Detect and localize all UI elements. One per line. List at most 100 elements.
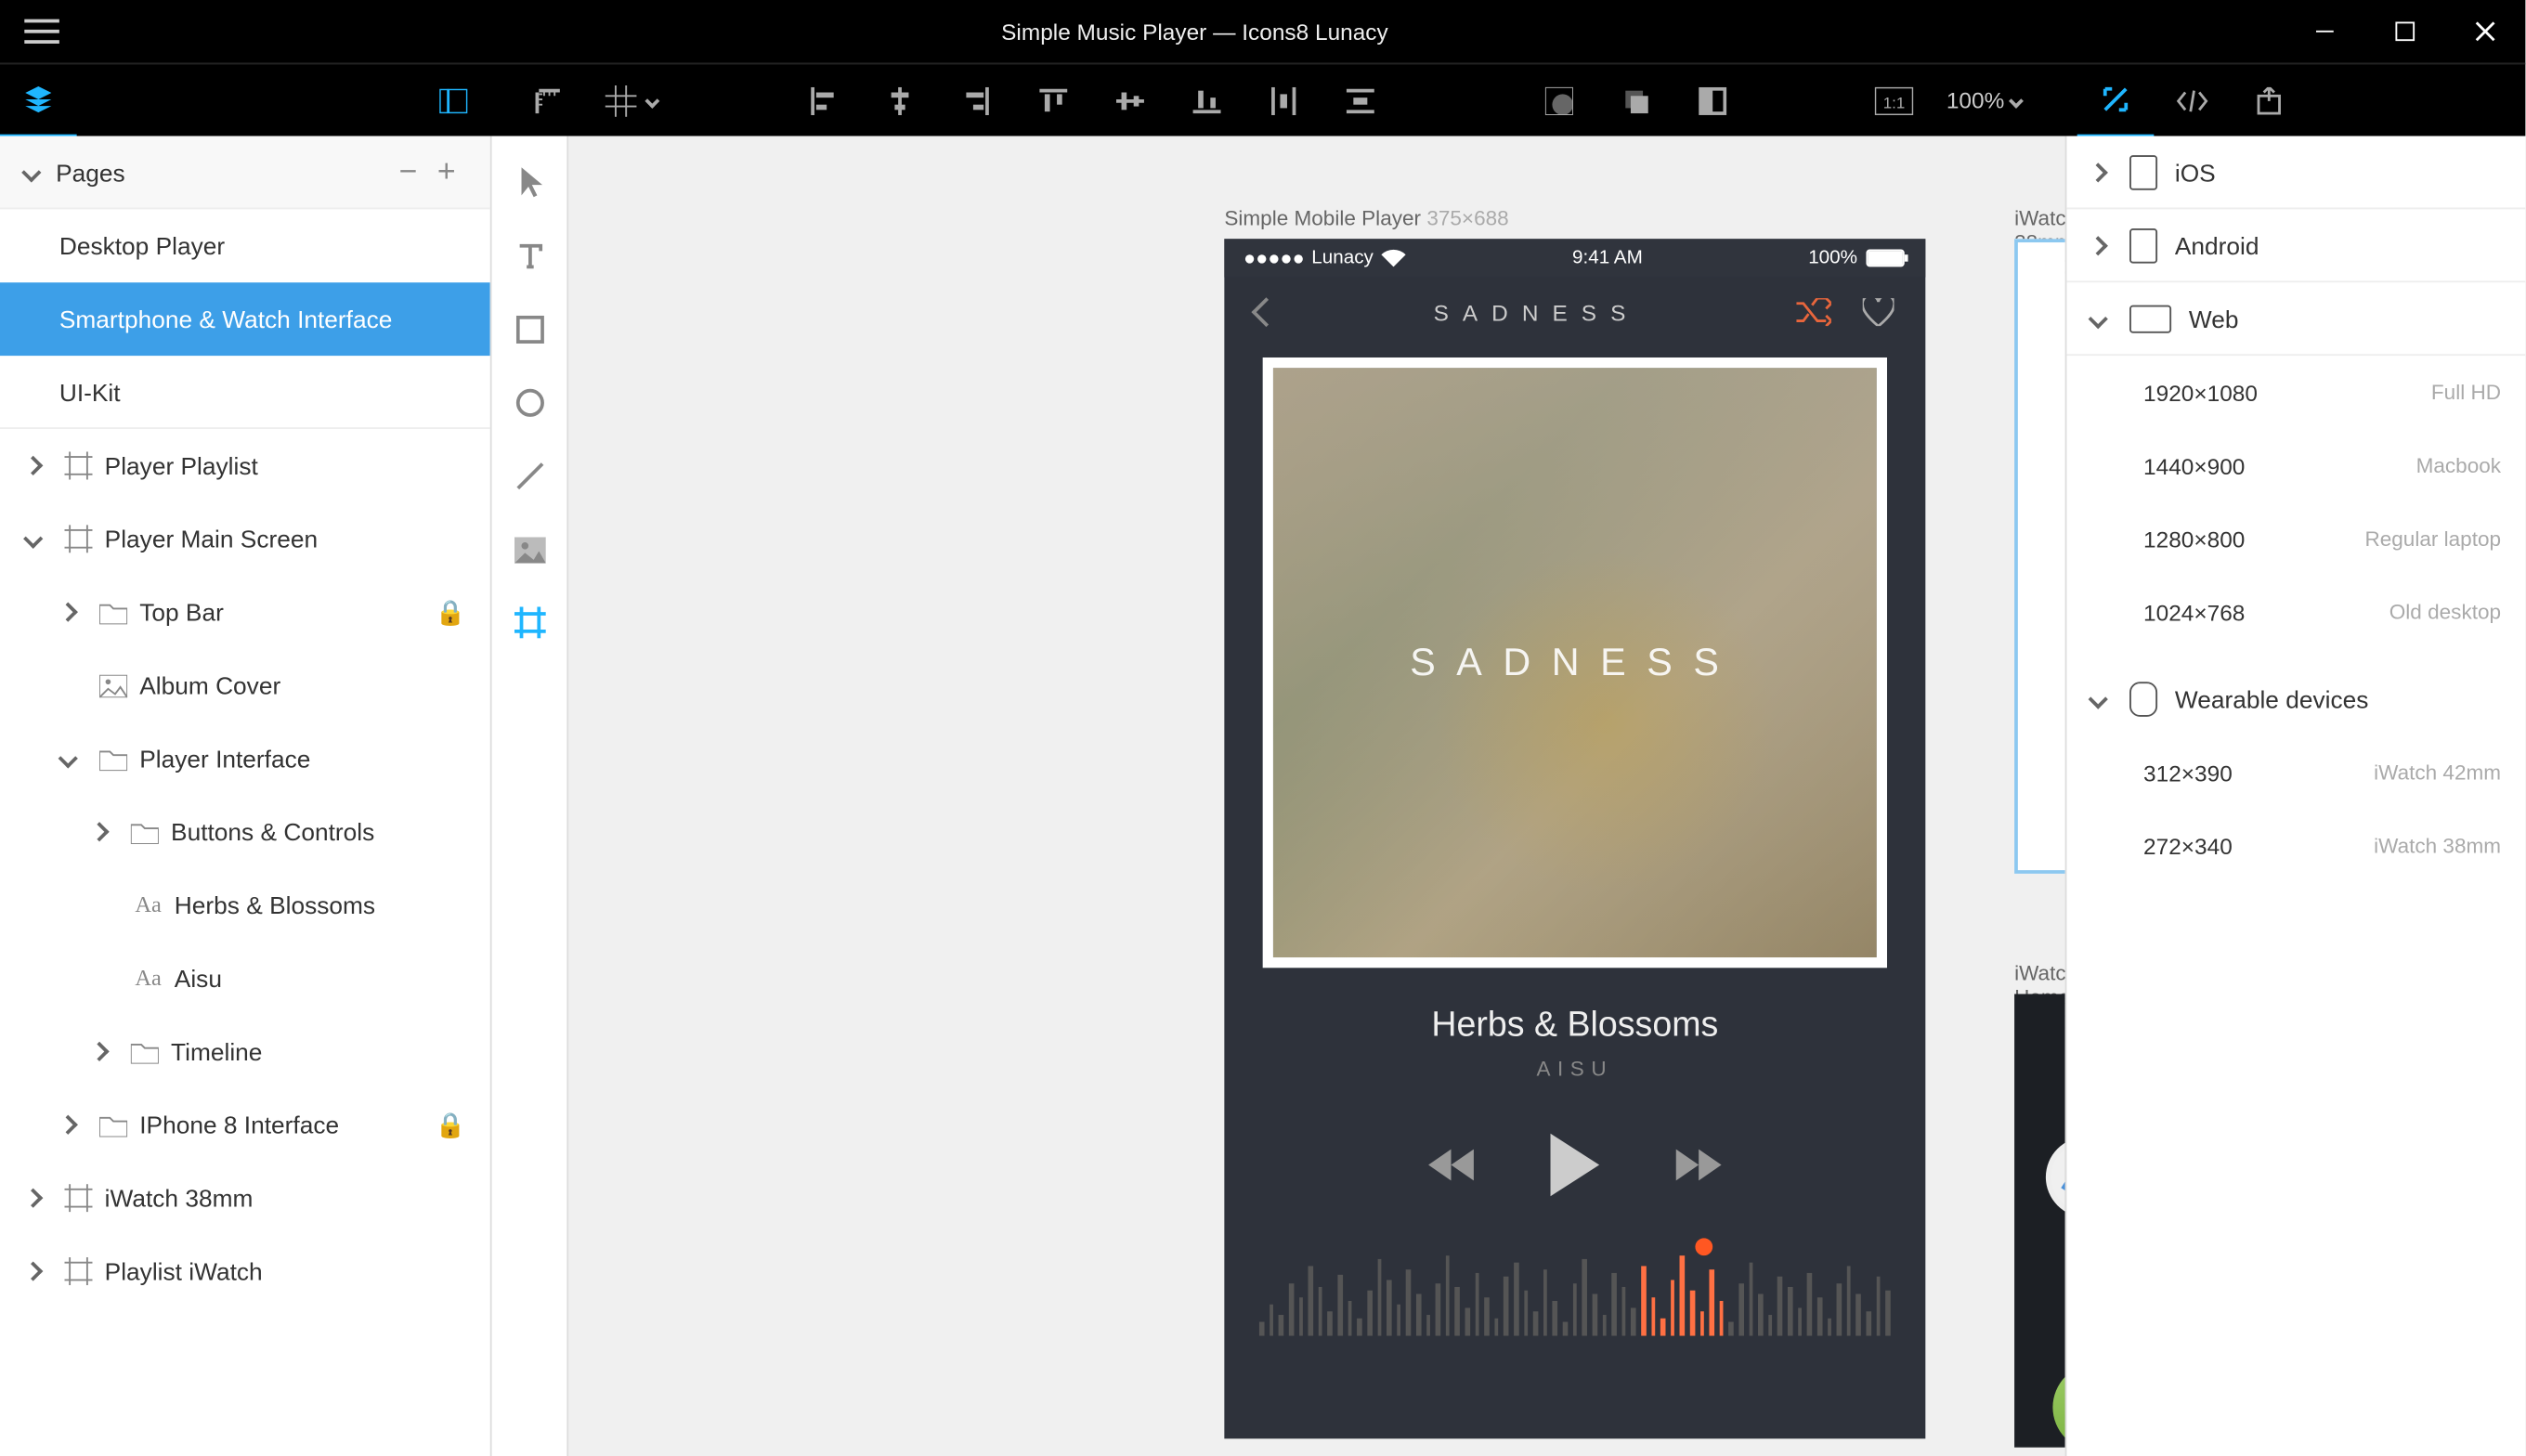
canvas[interactable]: Simple Mobile Player 375×688 Lunacy 9:41…	[568, 136, 2064, 1456]
zoom-level[interactable]: 100%	[1933, 87, 2036, 113]
oval-tool-icon[interactable]	[492, 366, 567, 439]
text-tool-icon[interactable]	[492, 220, 567, 293]
preset-item[interactable]: 1280×800Regular laptop	[2066, 502, 2525, 576]
artboard-icon	[59, 1184, 98, 1212]
tool-column	[492, 136, 569, 1456]
phone-icon	[2129, 228, 2157, 263]
add-page-icon[interactable]: +	[427, 153, 465, 189]
text-icon: Aa	[129, 965, 167, 993]
artist-name: AISU	[1224, 1057, 1925, 1081]
status-time: 9:41 AM	[1572, 248, 1643, 269]
signal-icon	[1245, 254, 1303, 262]
maximize-button[interactable]	[2365, 0, 2445, 63]
align-top-icon[interactable]	[1015, 64, 1092, 137]
tree-item[interactable]: AaHerbs & Blossoms	[0, 868, 490, 942]
menu-icon[interactable]	[24, 20, 59, 44]
align-middle-icon[interactable]	[1092, 64, 1169, 137]
artboard-iwatch[interactable]	[2014, 239, 2064, 874]
pages-header[interactable]: Pages − +	[0, 136, 490, 209]
wifi-icon	[1382, 250, 1406, 267]
artboard-icon	[59, 525, 98, 552]
folder-icon	[125, 1040, 163, 1062]
distribute-v-icon[interactable]	[1322, 64, 1400, 137]
page-item[interactable]: UI-Kit	[0, 356, 490, 429]
text-icon: Aa	[129, 891, 167, 919]
battery-icon	[1866, 250, 1904, 267]
waveform	[1224, 1249, 1925, 1336]
preset-section[interactable]: Wearable devices	[2066, 663, 2525, 736]
tree-item[interactable]: Player Main Screen	[0, 502, 490, 576]
artboard-phone[interactable]: Lunacy 9:41 AM 100% SADNESS SADNESS Herb…	[1224, 239, 1925, 1438]
prev-icon	[1428, 1150, 1474, 1181]
line-tool-icon[interactable]	[492, 439, 567, 513]
tree-item[interactable]: Timeline	[0, 1015, 490, 1088]
next-icon	[1676, 1150, 1722, 1181]
tree-item[interactable]: IPhone 8 Interface🔒	[0, 1088, 490, 1162]
tree-item[interactable]: Playlist iWatch	[0, 1235, 490, 1308]
artboard-homescreen[interactable]: Mon9	[2014, 994, 2064, 1447]
layers-icon[interactable]	[0, 64, 77, 137]
actual-size-icon[interactable]: 1:1	[1855, 64, 1933, 137]
flatten-icon[interactable]	[1597, 64, 1674, 137]
play-icon	[1551, 1134, 1600, 1197]
outline-icon[interactable]	[1674, 64, 1751, 137]
tree-item[interactable]: Player Interface	[0, 722, 490, 795]
folder-icon	[94, 748, 132, 770]
mask-icon[interactable]	[1521, 64, 1598, 137]
window-title: Simple Music Player — Icons8 Lunacy	[105, 19, 2285, 45]
preset-section[interactable]: Android	[2066, 209, 2525, 282]
toolbar: 1:1 100%	[0, 63, 2525, 136]
heart-icon	[1863, 298, 1894, 326]
folder-icon	[94, 1113, 132, 1136]
remove-page-icon[interactable]: −	[389, 153, 427, 189]
align-center-h-icon[interactable]	[862, 64, 939, 137]
minimize-button[interactable]	[2285, 0, 2364, 63]
align-bottom-icon[interactable]	[1168, 64, 1245, 137]
watch-icon	[2129, 682, 2157, 717]
lock-icon: 🔒	[436, 597, 466, 627]
code-icon[interactable]	[2155, 64, 2232, 137]
preset-item[interactable]: 312×390iWatch 42mm	[2066, 736, 2525, 810]
preset-item[interactable]: 1920×1080Full HD	[2066, 356, 2525, 429]
align-right-icon[interactable]	[938, 64, 1015, 137]
tree-item[interactable]: Player Playlist	[0, 429, 490, 502]
preset-item[interactable]: 272×340iWatch 38mm	[2066, 809, 2525, 882]
rectangle-tool-icon[interactable]	[492, 293, 567, 367]
resize-icon[interactable]	[2077, 64, 2155, 137]
artboard-tool-icon[interactable]	[492, 586, 567, 659]
ruler-icon[interactable]	[509, 64, 586, 137]
album-cover: SADNESS	[1263, 358, 1887, 968]
lock-icon: 🔒	[436, 1110, 466, 1139]
page-item-selected[interactable]: Smartphone & Watch Interface	[0, 282, 490, 356]
tree-item[interactable]: Buttons & Controls	[0, 795, 490, 868]
preset-item[interactable]: 1024×768Old desktop	[2066, 576, 2525, 649]
distribute-h-icon[interactable]	[1245, 64, 1322, 137]
close-button[interactable]	[2445, 0, 2525, 63]
back-icon	[1251, 297, 1281, 327]
svg-text:1:1: 1:1	[1883, 93, 1905, 110]
song-title: Herbs & Blossoms	[1224, 1007, 1925, 1046]
tree-item[interactable]: Album Cover	[0, 649, 490, 722]
preset-item[interactable]: 1440×900Macbook	[2066, 429, 2525, 502]
phone-icon	[2129, 154, 2157, 189]
folder-icon	[94, 601, 132, 623]
folder-icon	[125, 821, 163, 843]
image-tool-icon[interactable]	[492, 513, 567, 586]
titlebar: Simple Music Player — Icons8 Lunacy	[0, 0, 2525, 63]
sidebar: Pages − + Desktop Player Smartphone & Wa…	[0, 136, 492, 1456]
panels-icon[interactable]	[415, 64, 492, 137]
tree-item[interactable]: AaAisu	[0, 942, 490, 1015]
artboard-label[interactable]: Simple Mobile Player 375×688	[1224, 206, 1508, 230]
grid-icon[interactable]	[586, 64, 677, 137]
shuffle-icon	[1796, 298, 1831, 326]
export-icon[interactable]	[2231, 64, 2308, 137]
tree-item[interactable]: Top Bar🔒	[0, 576, 490, 649]
tree-item[interactable]: iWatch 38mm	[0, 1162, 490, 1235]
preset-section[interactable]: iOS	[2066, 136, 2525, 209]
preset-section[interactable]: Web	[2066, 282, 2525, 356]
phone-header-title: SADNESS	[1434, 299, 1640, 325]
page-item[interactable]: Desktop Player	[0, 209, 490, 282]
align-left-icon[interactable]	[785, 64, 862, 137]
select-tool-icon[interactable]	[492, 147, 567, 220]
activity-app-icon	[2052, 1364, 2064, 1448]
